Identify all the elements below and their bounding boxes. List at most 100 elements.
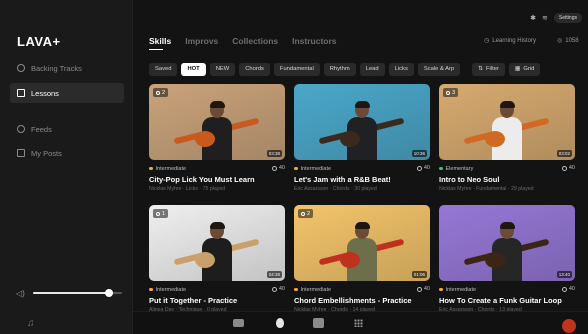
chip-new[interactable]: NEW: [209, 62, 236, 76]
chip-hot[interactable]: HOT: [181, 62, 206, 76]
lesson-title: Intro to Neo Soul: [439, 175, 500, 184]
lesson-level: Elementary: [445, 165, 474, 172]
coins-value: 1058: [565, 37, 579, 44]
lesson-score: 40: [561, 165, 575, 171]
bottom-toolbar: [133, 311, 588, 334]
tab-improvs[interactable]: Improvs: [185, 36, 218, 46]
lessons-icon: [17, 89, 25, 97]
lesson-meta: Intermediate 40: [439, 285, 575, 294]
filter-button[interactable]: ⇅ Filter: [472, 62, 505, 76]
lesson-card[interactable]: 2 01:06 Intermediate 40 Chord Embellishm…: [294, 205, 430, 313]
sidebar-item-backing-tracks[interactable]: Backing Tracks: [10, 58, 124, 78]
guitar-pick-icon: [17, 64, 25, 72]
filter-chips: Saved HOT NEW Chords Fundamental Rhythm …: [149, 62, 574, 76]
chip-lead[interactable]: Lead: [359, 62, 385, 76]
record-icon[interactable]: [562, 319, 576, 333]
chord-chart-icon[interactable]: [313, 318, 324, 328]
user-icon: [156, 90, 160, 95]
sidebar-item-label: My Posts: [31, 148, 62, 158]
status-bar: ✱ ≋ Settings: [530, 13, 582, 23]
settings-button[interactable]: Settings: [553, 13, 582, 23]
coins-counter[interactable]: ◎ 1058: [557, 37, 579, 45]
participants-badge: 2: [298, 209, 314, 218]
participants-badge: 3: [443, 88, 459, 97]
lesson-title: Chord Embellishments - Practice: [294, 296, 412, 305]
lesson-level: Intermediate: [445, 286, 477, 293]
user-icon: [301, 211, 305, 216]
keyboard-icon[interactable]: [233, 319, 244, 327]
app-logo: LAVA+: [17, 34, 61, 49]
volume-slider-fill: [33, 292, 109, 294]
duration-label: 01:06: [411, 271, 427, 278]
score-value: 40: [568, 286, 575, 292]
tab-collections[interactable]: Collections: [232, 36, 278, 46]
score-value: 40: [278, 165, 285, 171]
sidebar-item-label: Lessons: [31, 88, 59, 98]
history-icon: ◷: [484, 38, 490, 44]
participants-count: 2: [162, 89, 166, 96]
lesson-thumbnail[interactable]: 3 03:02: [439, 84, 575, 160]
lesson-card[interactable]: 3 03:02 Elementary 40 Intro to Neo Soul …: [439, 84, 575, 192]
chip-rhythm[interactable]: Rhythm: [323, 62, 356, 76]
coin-icon: ◎: [557, 38, 563, 44]
lesson-score: 40: [561, 286, 575, 292]
score-icon: [561, 286, 567, 292]
lesson-meta: Intermediate 40: [294, 285, 430, 294]
lesson-meta: Intermediate 40: [149, 164, 285, 173]
level-dot: [149, 166, 153, 171]
sidebar-item-lessons[interactable]: Lessons: [10, 83, 124, 103]
lesson-level: Intermediate: [155, 165, 187, 172]
participants-badge: 1: [153, 209, 169, 218]
grid-button[interactable]: ▦ Grid: [508, 62, 541, 76]
lesson-thumbnail[interactable]: 13:40: [439, 205, 575, 281]
score-icon: [561, 165, 567, 171]
bluetooth-icon: ✱: [530, 15, 537, 22]
level-dot: [149, 287, 153, 292]
level-dot: [439, 287, 443, 292]
sidebar: LAVA+ Backing Tracks Lessons Feeds My Po…: [0, 0, 133, 334]
learning-history-button[interactable]: ◷ Learning History: [484, 37, 536, 45]
lesson-thumbnail[interactable]: 2 03:38: [149, 84, 285, 160]
lesson-score: 40: [271, 286, 285, 292]
lesson-level: Intermediate: [300, 165, 332, 172]
chip-saved[interactable]: Saved: [149, 62, 178, 76]
app-screen: LAVA+ Backing Tracks Lessons Feeds My Po…: [0, 0, 588, 334]
flame-icon[interactable]: [275, 317, 285, 329]
chip-fundamental[interactable]: Fundamental: [273, 62, 320, 76]
lesson-subtitle: Nicklas Myhre · Fundamental · 29 played: [439, 186, 534, 192]
lesson-subtitle: Nicklas Myhre · Licks · 75 played: [149, 186, 226, 192]
lesson-thumbnail[interactable]: 1 04:38: [149, 205, 285, 281]
chip-chords[interactable]: Chords: [239, 62, 270, 76]
lesson-title: City-Pop Lick You Must Learn: [149, 175, 255, 184]
chip-scale-arp[interactable]: Scale & Arp: [417, 62, 461, 76]
lesson-title: How To Create a Funk Guitar Loop: [439, 296, 562, 305]
lesson-thumbnail[interactable]: 2 01:06: [294, 205, 430, 281]
lesson-card[interactable]: 13:40 Intermediate 40 How To Create a Fu…: [439, 205, 575, 313]
music-note-icon[interactable]: ♫: [27, 318, 35, 329]
score-value: 40: [568, 165, 575, 171]
lesson-level: Intermediate: [300, 286, 332, 293]
participants-badge: 2: [153, 88, 169, 97]
score-value: 40: [423, 286, 430, 292]
lesson-card[interactable]: 1 04:38 Intermediate 40 Put it Together …: [149, 205, 285, 313]
volume-slider-knob[interactable]: [104, 289, 113, 297]
user-icon: [156, 211, 160, 216]
grid-icon[interactable]: [353, 318, 364, 328]
duration-label: 03:38: [266, 150, 282, 157]
duration-label: 04:38: [266, 271, 282, 278]
lesson-card[interactable]: 2 03:38 Intermediate 40 City-Pop Lick Yo…: [149, 84, 285, 192]
lesson-card[interactable]: 10:36 Intermediate 40 Let's Jam with a R…: [294, 84, 430, 192]
tab-skills[interactable]: Skills: [149, 36, 171, 50]
tab-instructors[interactable]: Instructors: [292, 36, 336, 46]
user-icon: [446, 90, 450, 95]
participants-count: 1: [162, 210, 166, 217]
participants-count: 3: [452, 89, 456, 96]
sidebar-item-my-posts[interactable]: My Posts: [10, 143, 124, 163]
volume-slider[interactable]: [33, 289, 122, 297]
lesson-thumbnail[interactable]: 10:36: [294, 84, 430, 160]
lesson-subtitle: Eric Assarsson · Chords · 30 played: [294, 186, 377, 192]
chip-licks[interactable]: Licks: [388, 62, 414, 76]
sidebar-item-feeds[interactable]: Feeds: [10, 119, 124, 139]
lesson-score: 40: [271, 165, 285, 171]
lesson-title: Let's Jam with a R&B Beat!: [294, 175, 391, 184]
